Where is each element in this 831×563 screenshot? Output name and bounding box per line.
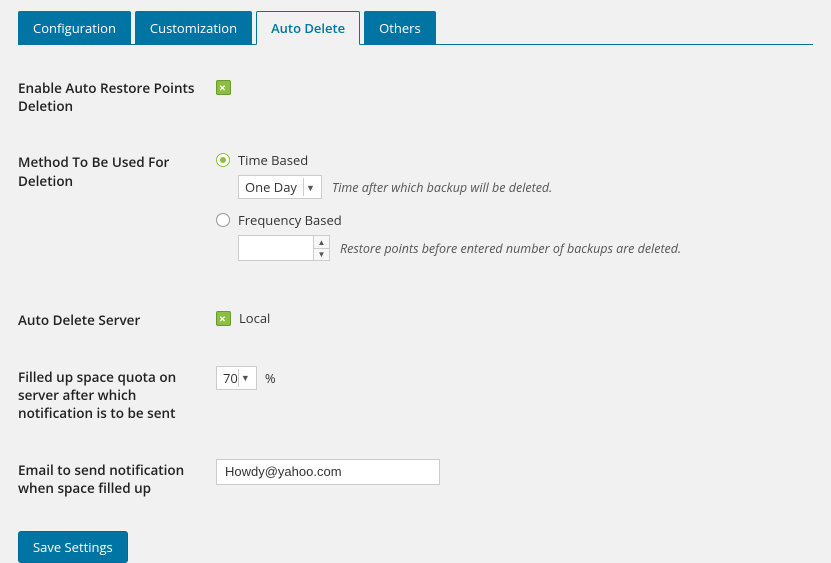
local-server-checkbox[interactable] — [216, 311, 231, 326]
spinner-down-icon[interactable]: ▼ — [314, 249, 329, 261]
tab-bar: Configuration Customization Auto Delete … — [18, 8, 813, 45]
local-server-option-label: Local — [239, 309, 270, 327]
dropdown-icon: ▼ — [303, 178, 317, 196]
time-based-hint: Time after which backup will be deleted. — [332, 179, 552, 196]
email-label: Email to send notification when space fi… — [18, 459, 216, 497]
quota-value: 70 — [223, 369, 238, 387]
frequency-input[interactable]: ▲ ▼ — [238, 235, 330, 261]
quota-label: Filled up space quota on server after wh… — [18, 366, 216, 423]
time-based-select[interactable]: One Day ▼ — [238, 175, 322, 199]
time-based-option-label: Time Based — [238, 151, 308, 169]
enable-auto-delete-label: Enable Auto Restore Points Deletion — [18, 77, 216, 115]
tab-customization[interactable]: Customization — [135, 11, 252, 45]
deletion-method-label: Method To Be Used For Deletion — [18, 151, 216, 189]
time-based-select-value: One Day — [245, 178, 297, 196]
save-settings-button[interactable]: Save Settings — [18, 531, 128, 563]
dropdown-icon: ▼ — [238, 369, 252, 387]
quota-unit: % — [265, 369, 276, 387]
auto-delete-server-label: Auto Delete Server — [18, 309, 216, 329]
time-based-radio[interactable] — [216, 153, 230, 167]
spinner-up-icon[interactable]: ▲ — [314, 236, 329, 249]
tab-auto-delete[interactable]: Auto Delete — [256, 11, 360, 45]
tab-configuration[interactable]: Configuration — [18, 11, 131, 45]
settings-form: Enable Auto Restore Points Deletion Meth… — [18, 59, 813, 563]
frequency-based-radio[interactable] — [216, 213, 230, 227]
quota-select[interactable]: 70 ▼ — [216, 366, 257, 390]
frequency-based-option-label: Frequency Based — [238, 211, 342, 229]
frequency-hint: Restore points before entered number of … — [340, 240, 681, 257]
frequency-input-value — [239, 236, 313, 260]
email-input[interactable] — [216, 459, 440, 485]
enable-auto-delete-checkbox[interactable] — [216, 80, 231, 95]
tab-others[interactable]: Others — [364, 11, 436, 45]
